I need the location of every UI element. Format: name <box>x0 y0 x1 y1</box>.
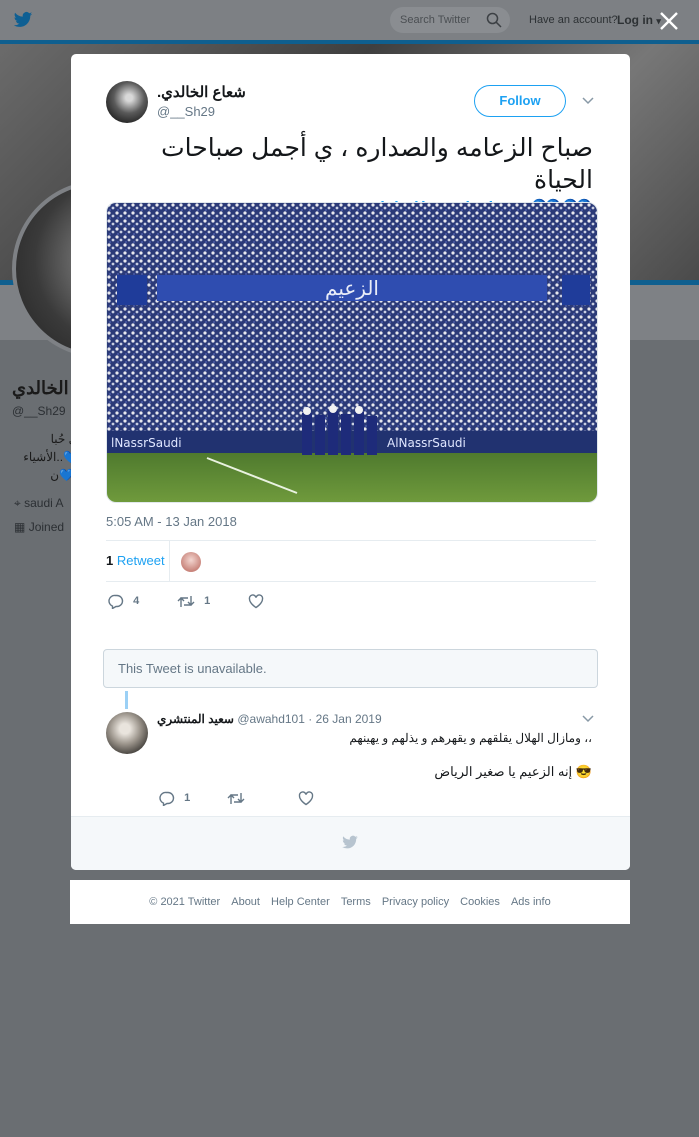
joined-text: Joined <box>28 520 65 534</box>
reply-icon <box>159 791 175 807</box>
reply-text-line: ومازال الهلال يقلقهم و يقهرهم و يذلهم و … <box>349 731 592 745</box>
search-placeholder: Search Twitter <box>400 14 471 26</box>
retweet-icon[interactable] <box>227 791 245 806</box>
ad-board-text-left: lNassrSaudi <box>111 436 182 450</box>
login-link[interactable]: Log in ▾ <box>617 13 661 27</box>
tweet-photo[interactable]: الزعيم lNassrSaudi AlNassrSaudi <box>106 202 598 503</box>
divider <box>106 540 596 541</box>
login-label: Log in <box>617 13 653 27</box>
retweet-stat-label: Retweet <box>116 553 165 568</box>
author-handle[interactable]: @__Sh29 <box>157 104 215 119</box>
profile-location: ⌖ saudi A <box>14 496 63 511</box>
like-icon[interactable] <box>298 791 314 806</box>
author-avatar[interactable] <box>106 81 148 123</box>
tweet-timestamp[interactable]: 5:05 AM - 13 Jan 2018 <box>106 514 237 529</box>
retweet-icon <box>177 596 195 607</box>
have-account-text: Have an account? <box>529 14 618 26</box>
unavailable-text: This Tweet is unavailable. <box>118 661 267 676</box>
footer-link-about[interactable]: About <box>231 896 260 908</box>
sunglasses-emoji: 😎 <box>575 764 592 779</box>
stadium-photo: الزعيم lNassrSaudi AlNassrSaudi <box>107 203 597 502</box>
profile-joined: ▦ Joined <box>14 520 64 534</box>
twitter-logo-icon[interactable] <box>12 10 34 30</box>
reply-author-handle[interactable]: @awahd101 <box>237 712 305 726</box>
ad-board-text-right: AlNassrSaudi <box>387 436 466 450</box>
reply-reply-count: 1 <box>184 792 191 805</box>
retweeter-avatar[interactable] <box>181 552 201 572</box>
twitter-bird-icon <box>342 835 358 849</box>
divider <box>106 581 596 582</box>
reply-action[interactable]: 4 <box>108 594 140 610</box>
footer-link-ads[interactable]: Ads info <box>511 896 551 908</box>
reply-text-main: إنه الزعيم يا صغير الرياض <box>434 764 573 779</box>
bio-line: ن💙) <box>50 468 78 482</box>
footer-link-privacy[interactable]: Privacy policy <box>382 896 449 908</box>
tweet-text-line: صباح الزعامه والصداره ، ي أجمل صباحات ال… <box>161 134 593 194</box>
footer-links: © 2021 Twitter About Help Center Terms P… <box>70 896 630 908</box>
footer-link-terms[interactable]: Terms <box>341 896 371 908</box>
reply-author-name[interactable]: سعيد المنتشري <box>157 712 234 726</box>
follow-button[interactable]: Follow <box>474 85 566 117</box>
reply-text-line2: إنه الزعيم يا صغير الرياض 😎 <box>434 764 592 780</box>
profile-bio: ي حُبا الأشياء..💙 ن💙) <box>18 430 78 484</box>
location-icon: ⌖ <box>14 496 21 510</box>
modal-footer <box>71 816 630 870</box>
footer-link-cookies[interactable]: Cookies <box>460 896 500 908</box>
bio-line: الأشياء..💙 <box>23 450 78 464</box>
thread-connector <box>125 691 128 709</box>
chevron-down-icon[interactable] <box>582 97 594 105</box>
reply-author-avatar[interactable] <box>106 712 148 754</box>
calendar-icon: ▦ <box>14 520 26 534</box>
footer-link-help[interactable]: Help Center <box>271 896 330 908</box>
reply-header: سعيد المنتشري @awahd101 · 26 Jan 2019 <box>157 712 382 726</box>
tweet-modal: .شعاع الخالدي @__Sh29 Follow صباح الزعام… <box>71 54 630 870</box>
copyright-text: © 2021 Twitter <box>149 896 221 908</box>
page-footer: © 2021 Twitter About Help Center Terms P… <box>70 880 630 924</box>
location-text: saudi A <box>24 496 64 510</box>
unavailable-tweet-notice: This Tweet is unavailable. <box>103 649 598 688</box>
search-icon[interactable] <box>486 12 502 28</box>
stadium-banner-text: الزعيم <box>325 276 379 300</box>
profile-name: الخالدي <box>12 378 69 398</box>
retweet-count: 1 <box>106 553 114 568</box>
reply-reply-action[interactable]: 1 <box>159 791 191 807</box>
divider <box>169 541 170 581</box>
like-icon[interactable] <box>248 594 264 609</box>
chevron-down-icon[interactable] <box>582 715 594 723</box>
reply-count: 4 <box>133 595 140 608</box>
close-icon[interactable] <box>658 10 680 32</box>
retweet-stat[interactable]: 1 Retweet <box>106 553 165 568</box>
author-name[interactable]: .شعاع الخالدي <box>157 83 246 101</box>
retweet-action[interactable]: 1 <box>177 594 210 609</box>
bio-line: ي حُبا <box>50 432 78 446</box>
retweet-count-action: 1 <box>204 595 211 608</box>
reply-date[interactable]: · 26 Jan 2019 <box>308 712 381 726</box>
reply-icon <box>108 594 124 610</box>
profile-handle: @__Sh29 <box>12 404 66 418</box>
